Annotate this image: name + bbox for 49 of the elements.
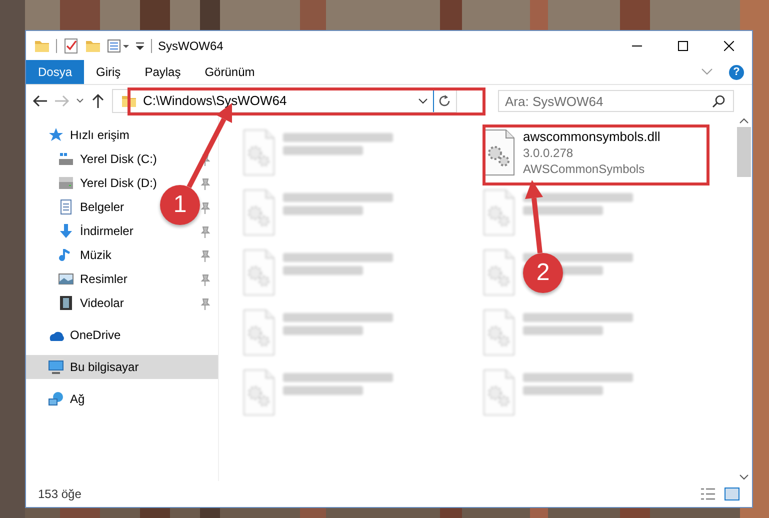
window-title: SysWOW64 xyxy=(158,38,224,54)
maximize-icon xyxy=(678,40,688,50)
item-count: 153 öğe xyxy=(38,486,82,503)
sidebar-item[interactable]: Bu bilgisayar xyxy=(26,355,218,379)
document-icon xyxy=(58,199,74,215)
picture-icon xyxy=(58,271,74,287)
download-icon xyxy=(58,223,74,239)
dll-file-icon[interactable] xyxy=(483,129,515,177)
sidebar-item[interactable]: Yerel Disk (D:) xyxy=(80,174,157,192)
file-detail: AWSCommonSymbols xyxy=(523,161,646,177)
scrollbar-thumb[interactable] xyxy=(736,127,750,177)
star-icon xyxy=(48,127,64,143)
sidebar-item[interactable]: Ağ xyxy=(26,387,218,411)
checklist-icon[interactable] xyxy=(63,38,79,54)
folder-icon xyxy=(121,93,137,109)
forward-icon[interactable] xyxy=(54,93,70,109)
chevron-down-icon[interactable] xyxy=(701,68,713,76)
caret-icon[interactable] xyxy=(76,97,84,105)
back-icon[interactable] xyxy=(32,93,48,109)
network-icon xyxy=(48,391,64,407)
scroll-down-icon[interactable] xyxy=(738,473,748,481)
up-icon[interactable] xyxy=(90,93,106,109)
sidebar-item[interactable]: Resimler xyxy=(80,270,128,288)
ribbon-tab[interactable]: Giriş xyxy=(84,60,133,84)
sidebar-item[interactable]: İndirmeler xyxy=(80,222,134,240)
properties-icon[interactable] xyxy=(107,38,129,54)
address-path: C:\Windows\SysWOW64 xyxy=(143,92,287,110)
film-icon xyxy=(58,295,74,311)
drive-icon xyxy=(58,175,74,191)
details-view-icon[interactable] xyxy=(700,487,716,501)
file-name[interactable]: awscommonsymbols.dll xyxy=(523,129,660,145)
large-icons-view-icon[interactable] xyxy=(724,487,740,501)
ribbon-tab[interactable]: Görünüm xyxy=(192,60,267,84)
ribbon-tab[interactable]: Paylaş xyxy=(132,60,193,84)
ribbon-tab[interactable]: Dosya xyxy=(26,60,84,84)
close-icon xyxy=(724,40,734,50)
drive-icon xyxy=(58,151,74,167)
help-button[interactable]: ? xyxy=(729,64,744,80)
search-field[interactable]: Ara: SysWOW64 xyxy=(498,90,734,112)
search-icon xyxy=(712,94,726,108)
file-detail: 3.0.0.278 xyxy=(523,145,574,161)
sidebar-item[interactable]: Belgeler xyxy=(80,198,124,216)
scroll-up-icon[interactable] xyxy=(738,117,748,125)
sidebar-item[interactable]: OneDrive xyxy=(26,323,218,347)
sidebar-item[interactable]: Hızlı erişim xyxy=(26,123,218,147)
monitor-icon xyxy=(48,359,64,375)
sidebar-item[interactable]: Videolar xyxy=(80,294,124,312)
sidebar-item[interactable]: Yerel Disk (C:) xyxy=(80,150,157,168)
sidebar-item[interactable]: Müzik xyxy=(80,246,112,264)
